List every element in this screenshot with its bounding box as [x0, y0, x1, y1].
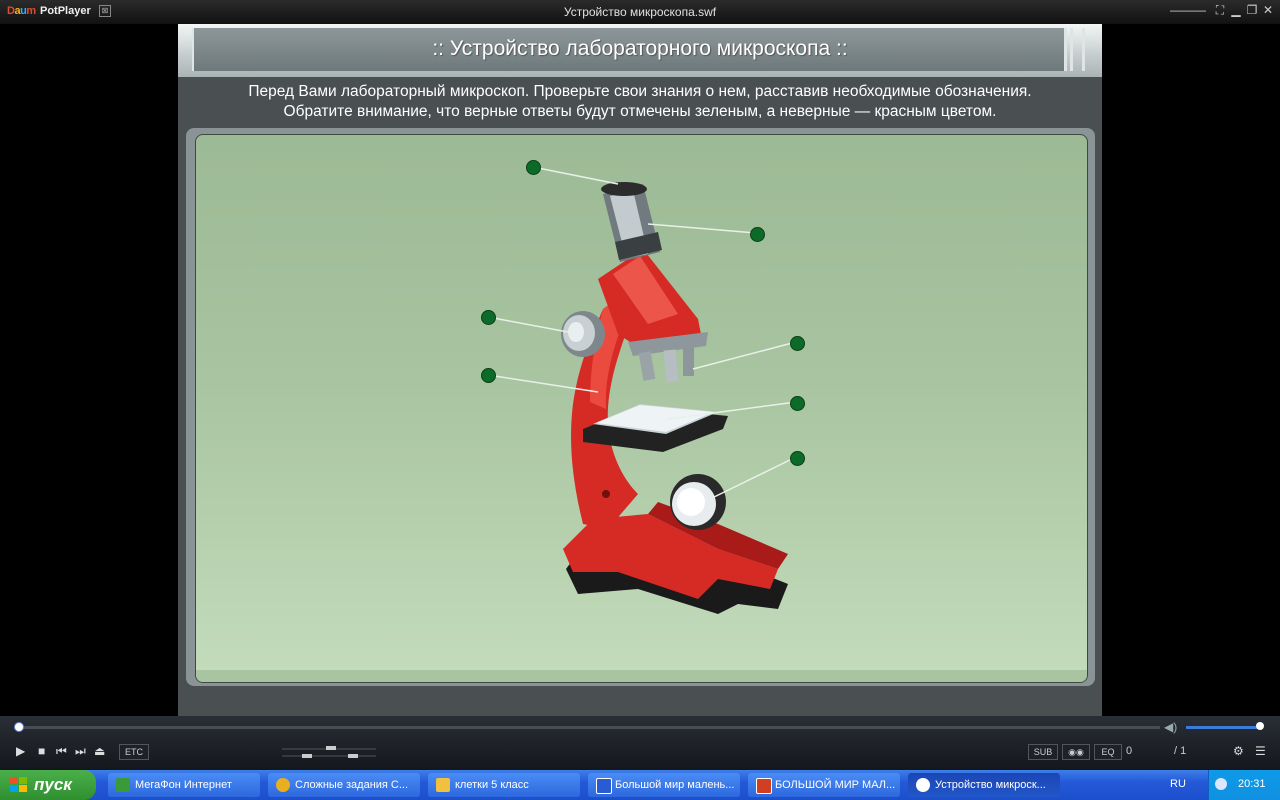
taskbar-item-folder[interactable]: клетки 5 класс — [428, 773, 580, 797]
word-icon — [596, 778, 612, 794]
start-button[interactable]: пуск — [0, 770, 96, 800]
playlist-position: 0 — [1126, 745, 1133, 757]
close-icon[interactable]: ✕ — [1260, 3, 1276, 17]
label-marker-stage[interactable] — [790, 396, 805, 411]
vr-icon[interactable]: ◉◉ — [1062, 744, 1090, 760]
subtitle-button[interactable]: SUB — [1028, 744, 1058, 760]
stop-icon[interactable]: ■ — [38, 744, 45, 758]
equalizer-button[interactable]: EQ — [1094, 744, 1122, 760]
label-marker-arm[interactable] — [481, 368, 496, 383]
windows-flag-icon — [10, 777, 27, 792]
windows-taskbar: пуск МегаФон Интернет Сложные задания С.… — [0, 770, 1280, 800]
language-indicator[interactable]: RU — [1170, 778, 1186, 790]
volume-knob[interactable] — [1256, 722, 1264, 730]
microscope-scene — [487, 166, 797, 614]
taskbar-item-megafon[interactable]: МегаФон Интернет — [108, 773, 260, 797]
label-marker-mirror[interactable] — [790, 451, 805, 466]
tray-arrow-icon[interactable] — [1215, 778, 1227, 790]
taskbar-item-powerpoint[interactable]: БОЛЬШОЙ МИР МАЛ... — [748, 773, 900, 797]
previous-icon[interactable]: ⏮ — [56, 744, 67, 759]
play-icon[interactable]: ▶ — [16, 744, 25, 758]
eject-icon[interactable]: ⏏ — [94, 744, 105, 758]
label-marker-objectives[interactable] — [790, 336, 805, 351]
topmost-slider[interactable]: ――― — [1170, 3, 1206, 17]
label-marker-tube[interactable] — [750, 227, 765, 242]
window-title: Устройство микроскопа.swf — [563, 5, 717, 19]
potplayer-icon — [916, 778, 930, 792]
label-marker-eyepiece[interactable] — [526, 160, 541, 175]
taskbar-item-potplayer[interactable]: Устройство микроск... — [908, 773, 1060, 797]
label-marker-focus-knob[interactable] — [481, 310, 496, 325]
flash-content: :: Устройство лабораторного микроскопа :… — [178, 24, 1102, 716]
seek-bar[interactable] — [14, 726, 1160, 729]
minimize-icon[interactable]: ▁ — [1228, 3, 1244, 17]
volume-bar[interactable] — [1186, 726, 1262, 729]
restore-icon[interactable]: ❐ — [1244, 3, 1260, 17]
microscope-illustration — [561, 182, 788, 614]
powerpoint-icon — [756, 778, 772, 794]
fullscreen-icon[interactable]: ⛶ — [1212, 3, 1228, 18]
playlist-icon[interactable]: ☰ — [1255, 744, 1266, 758]
playlist-total: / 1 — [1174, 745, 1187, 757]
settings-icon[interactable]: ⚙ — [1233, 744, 1244, 758]
etc-button[interactable]: ETC — [119, 744, 149, 760]
title-bar: Daum PotPlayer ⊠ Устройство микроскопа.s… — [0, 0, 1280, 24]
next-icon[interactable]: ⏭ — [75, 744, 86, 759]
taskbar-item-chrome[interactable]: Сложные задания С... — [268, 773, 420, 797]
megafon-icon — [116, 778, 130, 792]
seek-knob[interactable] — [14, 722, 24, 732]
taskbar-item-word[interactable]: Большой мир малень... — [588, 773, 740, 797]
clock: 20:31 — [1238, 778, 1266, 790]
start-label: пуск — [34, 775, 72, 794]
eq-sliders[interactable] — [282, 743, 376, 761]
player-controls: ◀) ▶ ■ ⏮ ⏭ ⏏ ETC SUB ◉◉ EQ 0 / 1 ⚙ ☰ — [0, 716, 1280, 770]
chrome-icon — [276, 778, 290, 792]
folder-icon — [436, 778, 450, 792]
speaker-icon[interactable]: ◀) — [1164, 720, 1177, 734]
